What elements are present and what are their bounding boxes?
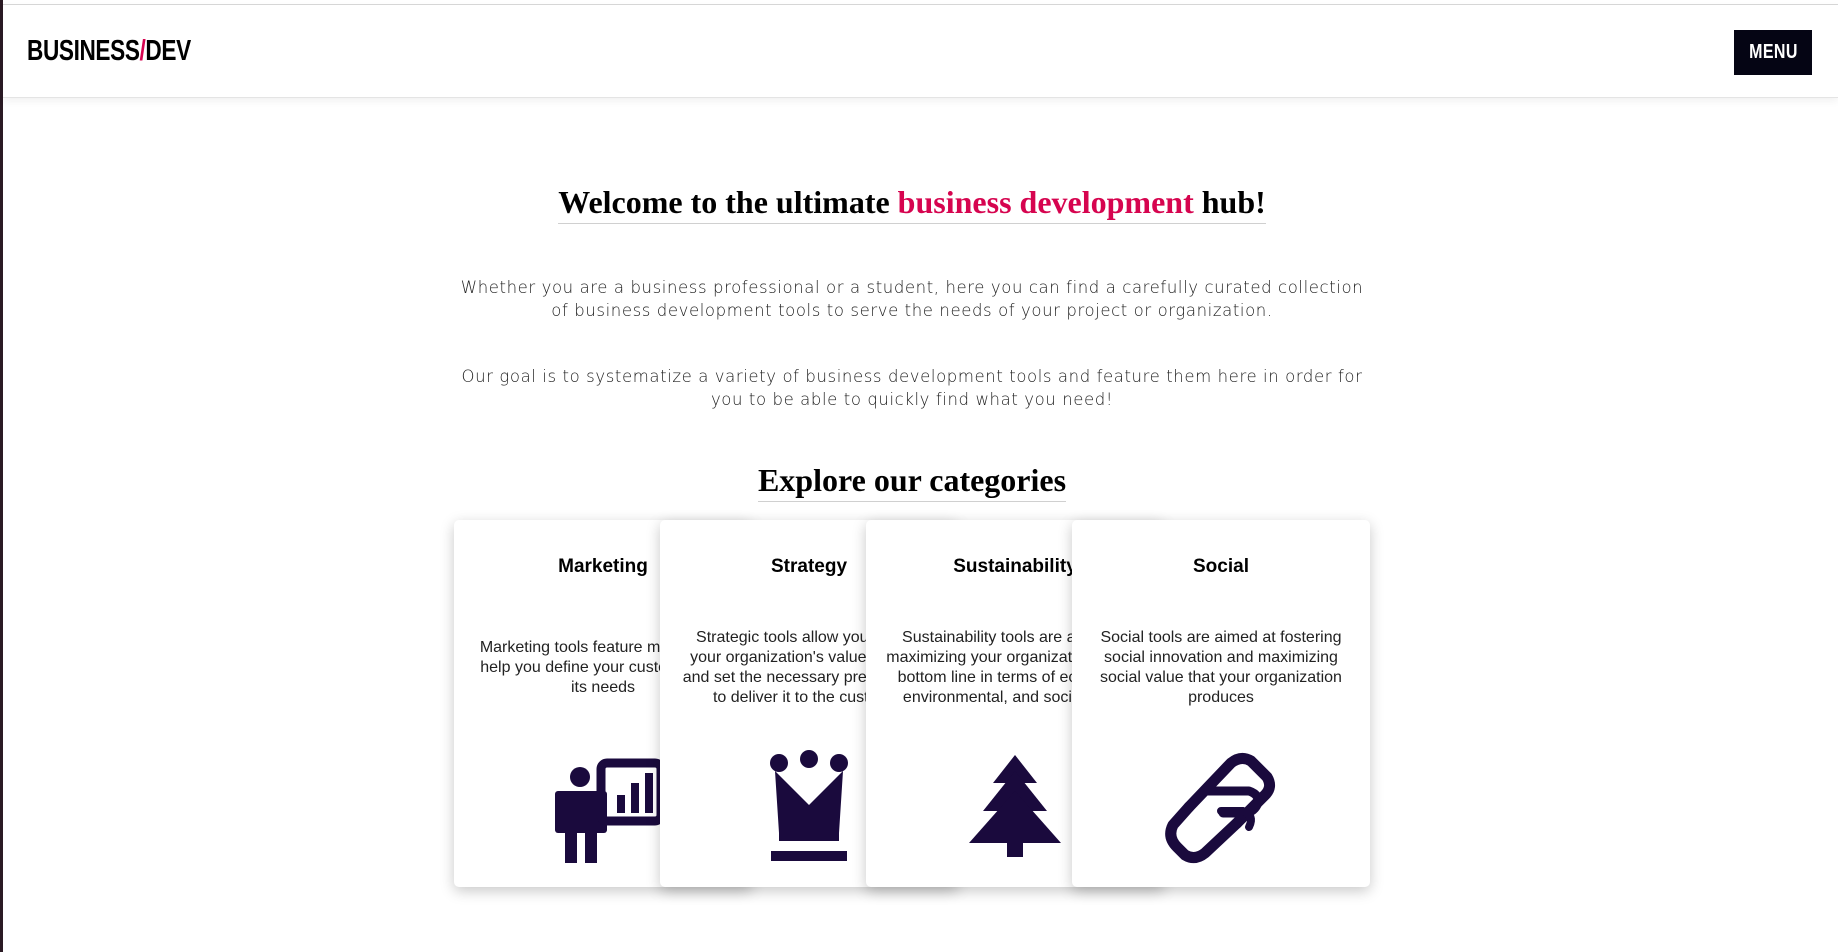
logo-business: BUSINESS [27, 35, 140, 67]
pine-tree-icon [955, 745, 1075, 865]
chess-queen-icon [749, 745, 869, 865]
welcome-text-accent: business development [897, 184, 1194, 220]
welcome-text-pre: Welcome to the ultimate [558, 184, 898, 220]
handshake-icon [1161, 745, 1281, 865]
card-description: Social tools are aimed at fostering soci… [1100, 629, 1342, 706]
intro-paragraph-1: Whether you are a business professional … [460, 278, 1364, 320]
welcome-heading: Welcome to the ultimate business develop… [0, 184, 1824, 224]
presentation-chart-icon [543, 745, 663, 865]
site-logo[interactable]: BUSINESS/DEV [27, 35, 191, 68]
site-header: BUSINESS/DEV MENU [3, 5, 1838, 98]
card-title: Social [1193, 556, 1249, 577]
explore-heading: Explore our categories [0, 462, 1824, 502]
logo-dev: DEV [145, 35, 191, 67]
category-card-social[interactable]: Social Social tools are aimed at fosteri… [1072, 520, 1370, 887]
intro-paragraph-2: Our goal is to systematize a variety of … [461, 367, 1363, 409]
menu-button[interactable]: MENU [1734, 30, 1812, 75]
explore-heading-text: Explore our categories [757, 462, 1067, 502]
welcome-text-post: hub! [1193, 184, 1266, 220]
menu-button-label: MENU [1748, 41, 1798, 63]
